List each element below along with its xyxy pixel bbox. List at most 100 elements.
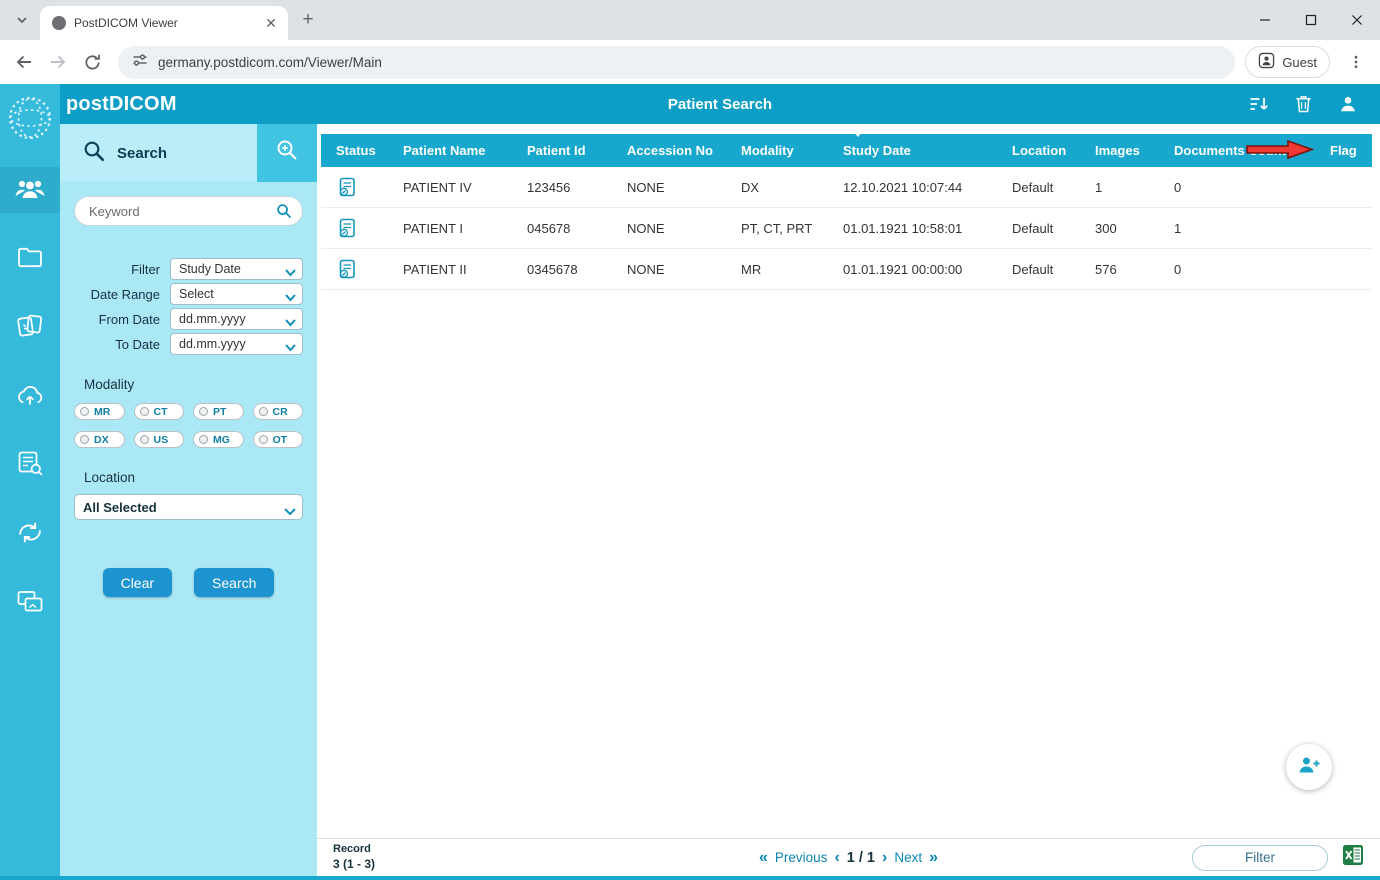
- profile-button[interactable]: Guest: [1245, 46, 1330, 78]
- clear-button[interactable]: Clear: [102, 568, 173, 597]
- previous-button[interactable]: Previous: [775, 850, 828, 865]
- excel-export-icon[interactable]: [1342, 844, 1364, 871]
- search-button[interactable]: Search: [194, 568, 275, 597]
- results-footer: Record 3 (1 - 3) « Previous ‹ 1 / 1 › Ne…: [317, 838, 1380, 880]
- cell-documents-count: 0: [1174, 261, 1182, 277]
- url-text: germany.postdicom.com/Viewer/Main: [158, 54, 382, 70]
- profile-icon: [1258, 52, 1275, 72]
- keyword-input[interactable]: [74, 196, 303, 226]
- date-range-select[interactable]: Select: [170, 283, 303, 305]
- cell-images: 1: [1095, 179, 1103, 195]
- cell-images: 576: [1095, 261, 1117, 277]
- modality-checkbox-mr[interactable]: MR: [74, 403, 125, 420]
- prev-page-icon[interactable]: ‹: [834, 849, 839, 867]
- back-icon[interactable]: [8, 46, 40, 78]
- sidebar-item-studies[interactable]: [0, 305, 60, 351]
- next-button[interactable]: Next: [894, 850, 922, 865]
- col-accession-no[interactable]: Accession No: [627, 143, 741, 158]
- from-date-label: From Date: [98, 311, 160, 327]
- sidebar-item-share[interactable]: [0, 512, 60, 558]
- modality-options: MR CT PT CR DX US MG OT: [74, 403, 303, 448]
- modality-checkbox-ot[interactable]: OT: [252, 431, 303, 448]
- forward-icon[interactable]: [42, 46, 74, 78]
- filter-select[interactable]: Study Date: [170, 258, 303, 280]
- tab-close-icon[interactable]: ✕: [262, 14, 280, 32]
- sort-order-icon[interactable]: [1248, 94, 1269, 114]
- cell-location: Default: [1012, 179, 1054, 195]
- tab-search[interactable]: Search: [60, 124, 257, 182]
- from-date-input[interactable]: dd.mm.yyyy: [170, 308, 303, 330]
- cloud-upload-icon: [15, 383, 45, 411]
- cell-documents-count: 1: [1174, 220, 1182, 236]
- col-modality[interactable]: Modality: [741, 143, 843, 158]
- next-page-icon[interactable]: ›: [882, 849, 887, 867]
- address-bar[interactable]: germany.postdicom.com/Viewer/Main: [118, 45, 1236, 79]
- tab-search-caret-icon[interactable]: [8, 6, 36, 34]
- first-page-icon[interactable]: «: [759, 849, 768, 867]
- user-account-icon[interactable]: [1338, 94, 1358, 114]
- location-select[interactable]: All Selected: [74, 494, 303, 520]
- app-window: postDICOM Patient Search Search Keyword …: [0, 84, 1380, 880]
- sidebar-item-worklist[interactable]: [0, 443, 60, 489]
- table-row[interactable]: PATIENT IV 123456 NONE DX 12.10.2021 10:…: [321, 167, 1372, 208]
- checkbox-circle-icon: [139, 407, 149, 416]
- sidebar-rail: [0, 84, 60, 880]
- cell-accession-no: NONE: [627, 220, 665, 236]
- col-location[interactable]: Location: [1012, 143, 1095, 158]
- browser-navbar: germany.postdicom.com/Viewer/Main Guest: [0, 40, 1380, 84]
- modality-checkbox-dx[interactable]: DX: [74, 431, 125, 448]
- study-status-icon[interactable]: [336, 217, 403, 239]
- tab-advanced-search[interactable]: [257, 124, 317, 182]
- col-images[interactable]: Images: [1095, 143, 1174, 158]
- modality-checkbox-us[interactable]: US: [133, 431, 184, 448]
- modality-checkbox-ct[interactable]: CT: [133, 403, 184, 420]
- col-study-date[interactable]: Study Date: [843, 131, 1012, 158]
- table-row[interactable]: PATIENT II 0345678 NONE MR 01.01.1921 00…: [321, 249, 1372, 290]
- chevron-down-icon: [284, 504, 296, 519]
- sidebar-item-upload[interactable]: [0, 374, 60, 420]
- browser-menu-icon[interactable]: [1340, 46, 1372, 78]
- modality-checkbox-pt[interactable]: PT: [193, 403, 244, 420]
- close-button[interactable]: [1334, 0, 1380, 40]
- modality-checkbox-cr[interactable]: CR: [252, 403, 303, 420]
- cell-patient-name: PATIENT I: [403, 220, 463, 236]
- col-patient-id[interactable]: Patient Id: [527, 143, 627, 158]
- col-status[interactable]: Status: [336, 143, 403, 158]
- sidebar-item-transfer[interactable]: [0, 581, 60, 627]
- trash-icon[interactable]: [1295, 94, 1312, 114]
- folder-icon: [17, 246, 43, 273]
- modality-option-label: OT: [272, 433, 288, 446]
- maximize-button[interactable]: [1288, 0, 1334, 40]
- sidebar-item-patient-search[interactable]: [0, 167, 60, 213]
- study-status-icon[interactable]: [336, 258, 403, 280]
- keyword-search-icon[interactable]: [276, 203, 292, 224]
- table-header: Status Patient Name Patient Id Accession…: [321, 131, 1372, 167]
- modality-option-label: CT: [153, 405, 168, 418]
- chevron-down-icon: [285, 291, 296, 305]
- refresh-icon[interactable]: [76, 46, 108, 78]
- new-tab-button[interactable]: +: [294, 6, 322, 34]
- add-patient-fab[interactable]: [1286, 744, 1332, 790]
- minimize-button[interactable]: [1242, 0, 1288, 40]
- last-page-icon[interactable]: »: [929, 849, 938, 867]
- study-status-icon[interactable]: [336, 176, 403, 198]
- cell-documents-count: 0: [1174, 179, 1182, 195]
- cell-patient-id: 0345678: [527, 261, 578, 277]
- page: PostDICOM Viewer ✕ + germany.postdicom.c…: [0, 0, 1380, 880]
- modality-checkbox-mg[interactable]: MG: [193, 431, 244, 448]
- results-area: Status Patient Name Patient Id Accession…: [317, 124, 1380, 880]
- table-row[interactable]: PATIENT I 045678 NONE PT, CT, PRT 01.01.…: [321, 208, 1372, 249]
- tab-title: PostDICOM Viewer: [74, 16, 178, 30]
- sidebar-item-folders[interactable]: [0, 236, 60, 282]
- filter-button[interactable]: Filter: [1192, 844, 1328, 871]
- site-settings-icon[interactable]: [132, 52, 148, 73]
- col-flag[interactable]: Flag: [1330, 143, 1372, 158]
- browser-tab[interactable]: PostDICOM Viewer ✕: [40, 6, 288, 40]
- search-tab-icon: [82, 139, 106, 167]
- checkbox-circle-icon: [199, 435, 208, 444]
- col-patient-name[interactable]: Patient Name: [403, 143, 527, 158]
- to-date-input[interactable]: dd.mm.yyyy: [170, 333, 303, 355]
- browser-tabstrip: PostDICOM Viewer ✕ +: [0, 0, 1380, 40]
- to-date-value: dd.mm.yyyy: [179, 337, 246, 351]
- cell-patient-name: PATIENT IV: [403, 179, 472, 195]
